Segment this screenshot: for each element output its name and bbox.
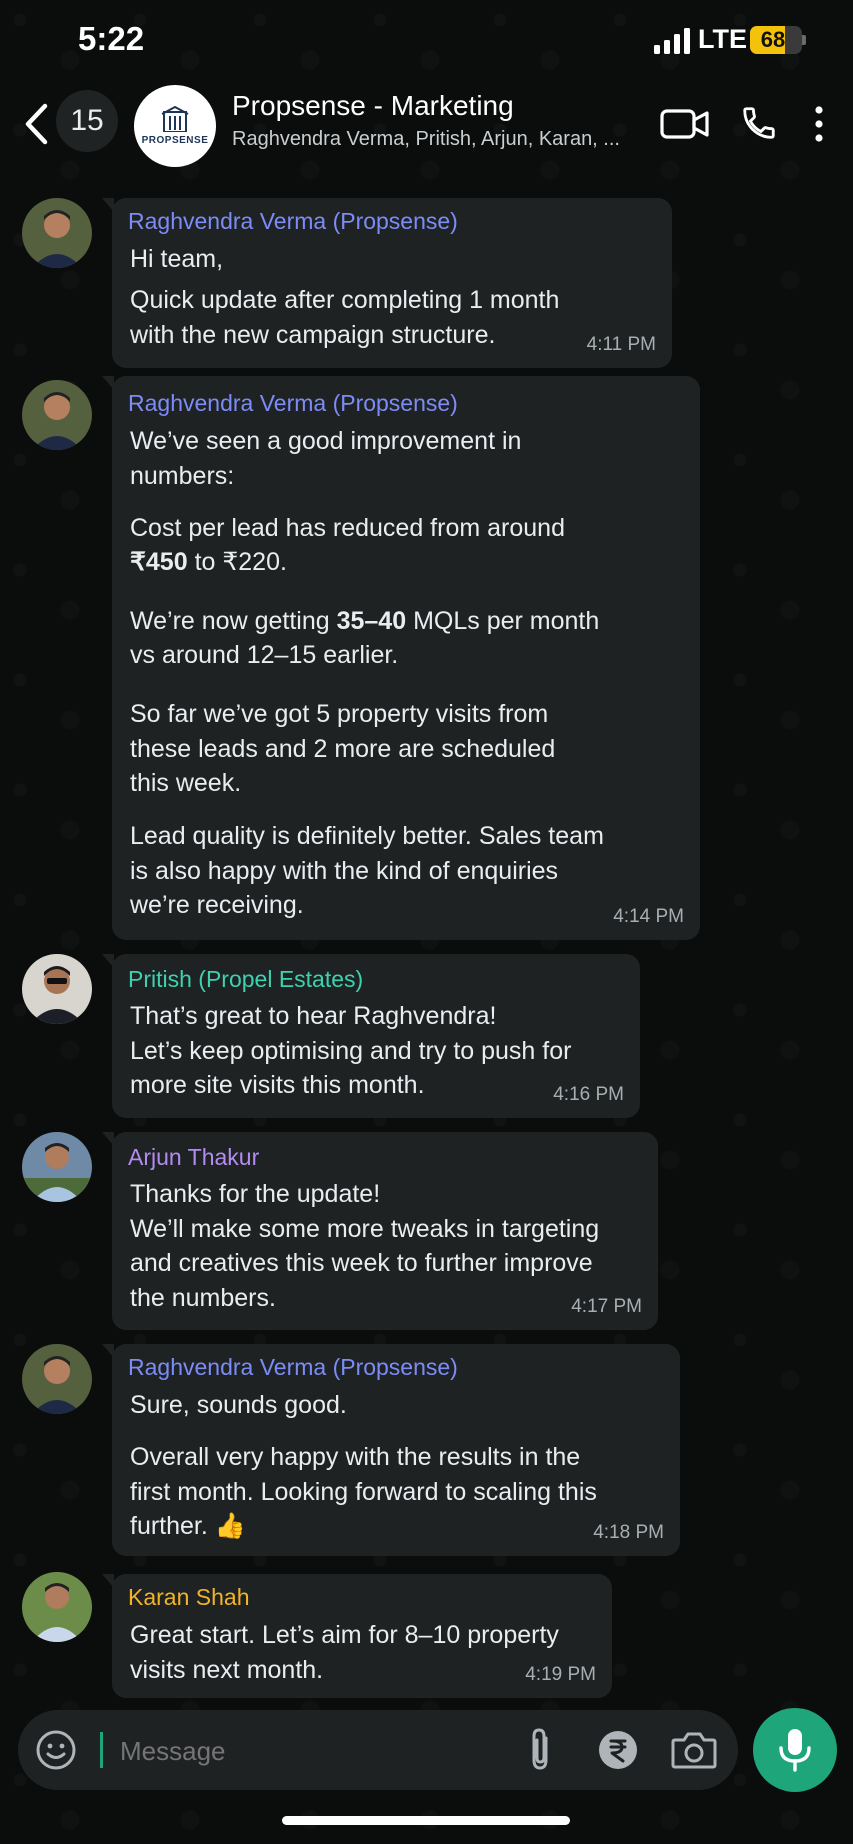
message-sender: Raghvendra Verma (Propsense) xyxy=(128,1354,458,1380)
message-text-line: We’re now getting 35–40 MQLs per month xyxy=(130,604,599,639)
more-options-icon[interactable] xyxy=(804,102,834,146)
mic-icon xyxy=(779,1729,811,1772)
back-arrow-icon[interactable] xyxy=(18,98,54,150)
chat-header: 15 PROPSENSE Propsense - Marketing Raghv… xyxy=(0,82,853,174)
message-text: Great start. Let’s aim for 8–10 property… xyxy=(130,1621,559,1684)
message-sender: Arjun Thakur xyxy=(128,1144,260,1170)
text-segment: We’re now getting xyxy=(130,607,337,635)
phone-icon[interactable] xyxy=(738,102,780,144)
avatar-raghvendra[interactable] xyxy=(22,380,92,450)
message-input-bar xyxy=(18,1710,738,1790)
battery-percent: 68 xyxy=(760,27,786,52)
message-text: Quick update after completing 1 month wi… xyxy=(130,286,560,349)
group-avatar[interactable]: PROPSENSE xyxy=(134,85,216,167)
message-time: 4:14 PM xyxy=(613,906,684,927)
unread-count-badge[interactable]: 15 xyxy=(56,90,118,152)
group-name[interactable]: Propsense - Marketing xyxy=(232,90,514,122)
message-text: Cost per lead has reduced from around xyxy=(130,514,565,542)
rupee-payment-icon[interactable] xyxy=(596,1728,640,1772)
message-text: So far we’ve got 5 property visits from … xyxy=(130,700,556,797)
message-text: Lead quality is definitely better. Sales… xyxy=(130,822,604,919)
group-logo-text: PROPSENSE xyxy=(141,135,209,146)
battery-icon: 68 xyxy=(750,26,802,54)
message-bubble[interactable]: Pritish (Propel Estates) That’s great to… xyxy=(102,954,640,1118)
attach-icon[interactable] xyxy=(524,1726,556,1774)
message-bubble[interactable]: Arjun Thakur Thanks for the update! We’l… xyxy=(102,1132,658,1330)
message-time: 4:18 PM xyxy=(593,1522,664,1543)
emoji-icon[interactable] xyxy=(34,1728,78,1772)
camera-icon[interactable] xyxy=(670,1728,718,1772)
avatar-karan[interactable] xyxy=(22,1572,92,1642)
battery-tip xyxy=(802,35,806,45)
home-indicator[interactable] xyxy=(282,1816,570,1825)
message-time: 4:19 PM xyxy=(525,1664,596,1685)
mic-button[interactable] xyxy=(753,1708,837,1792)
message-text: Thanks for the update! We’ll make some m… xyxy=(130,1180,600,1312)
text-cursor xyxy=(100,1732,103,1768)
network-type: LTE xyxy=(698,24,747,54)
message-bubble[interactable]: Karan Shah Great start. Let’s aim for 8–… xyxy=(102,1574,612,1698)
message-text: Hi team, xyxy=(130,245,224,273)
message-bubble[interactable]: Raghvendra Verma (Propsense) Hi team, Qu… xyxy=(102,198,672,368)
message-text: We’ve seen a good improvement in numbers… xyxy=(130,427,522,490)
avatar-pritish[interactable] xyxy=(22,954,92,1024)
message-text: further. 👍 xyxy=(130,1512,246,1540)
message-text: Sure, sounds good. xyxy=(130,1391,347,1419)
message-sender: Pritish (Propel Estates) xyxy=(128,966,364,992)
message-time: 4:16 PM xyxy=(553,1084,624,1105)
message-bubble[interactable]: Raghvendra Verma (Propsense) We’ve seen … xyxy=(102,376,700,940)
message-input[interactable] xyxy=(118,1726,422,1776)
signal-icon xyxy=(654,28,690,54)
message-sender: Raghvendra Verma (Propsense) xyxy=(128,208,458,234)
message-bubble[interactable]: Raghvendra Verma (Propsense) Sure, sound… xyxy=(102,1344,680,1556)
building-logo-icon xyxy=(161,106,189,132)
message-sender: Raghvendra Verma (Propsense) xyxy=(128,390,458,416)
avatar-raghvendra[interactable] xyxy=(22,198,92,268)
message-time: 4:17 PM xyxy=(571,1296,642,1317)
bold-amount: 35–40 xyxy=(336,607,407,635)
text-segment: to ₹220. xyxy=(187,548,287,576)
status-bar: 5:22 LTE 68 xyxy=(0,0,853,78)
avatar-arjun[interactable] xyxy=(22,1132,92,1202)
video-call-icon[interactable] xyxy=(660,104,710,144)
avatar-raghvendra[interactable] xyxy=(22,1344,92,1414)
message-text-line: ₹450 to ₹220. xyxy=(130,545,287,580)
text-segment: MQLs per month xyxy=(406,607,600,635)
message-time: 4:11 PM xyxy=(586,334,656,355)
message-sender: Karan Shah xyxy=(128,1584,250,1610)
group-members[interactable]: Raghvendra Verma, Pritish, Arjun, Karan,… xyxy=(232,128,652,151)
bold-amount: ₹450 xyxy=(130,548,188,576)
message-text: That’s great to hear Raghvendra! Let’s k… xyxy=(130,1002,572,1099)
status-time: 5:22 xyxy=(78,20,145,57)
message-text: Overall very happy with the results in t… xyxy=(130,1443,597,1506)
message-text: vs around 12–15 earlier. xyxy=(130,641,399,669)
